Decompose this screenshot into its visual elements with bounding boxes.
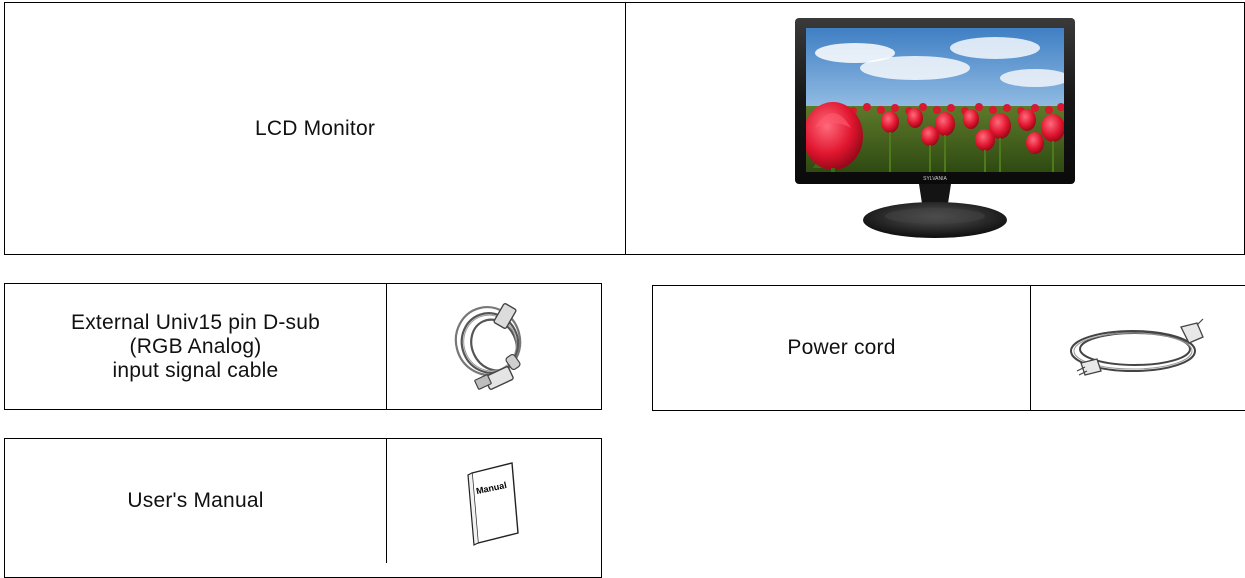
item-label-line: input signal cable	[112, 358, 279, 382]
item-label: LCD Monitor	[254, 116, 376, 140]
vga-cable-image	[454, 302, 522, 390]
package-item-users-manual: User's Manual Manual	[4, 438, 602, 578]
item-image-cell: Manual	[387, 439, 601, 563]
item-image-cell: SYLVANIA	[626, 3, 1244, 254]
monitor-brand-text: SYLVANIA	[923, 176, 947, 182]
item-label-cell: Power cord	[653, 286, 1031, 410]
item-label-line: External Univ15 pin D-sub	[71, 310, 320, 334]
package-item-power-cord: Power cord	[652, 285, 1245, 411]
monitor-screen	[806, 27, 1064, 172]
item-image-cell	[1031, 286, 1245, 410]
item-label-cell: External Univ15 pin D-sub (RGB Analog) i…	[5, 284, 387, 409]
manual-booklet-image: Manual	[467, 462, 519, 546]
item-image-cell	[387, 284, 601, 409]
item-label-line: (RGB Analog)	[129, 334, 262, 358]
power-cord-image	[1070, 318, 1204, 376]
package-item-signal-cable: External Univ15 pin D-sub (RGB Analog) i…	[4, 283, 602, 410]
item-label: User's Manual	[127, 489, 264, 512]
item-label: External Univ15 pin D-sub (RGB Analog) i…	[71, 311, 320, 383]
item-label-cell: LCD Monitor	[5, 3, 626, 254]
package-item-lcd-monitor: LCD Monitor SYLVANIA	[4, 2, 1245, 255]
item-label: Power cord	[787, 336, 896, 359]
lcd-monitor-image: SYLVANIA	[795, 17, 1075, 238]
item-label-cell: User's Manual	[5, 439, 387, 563]
